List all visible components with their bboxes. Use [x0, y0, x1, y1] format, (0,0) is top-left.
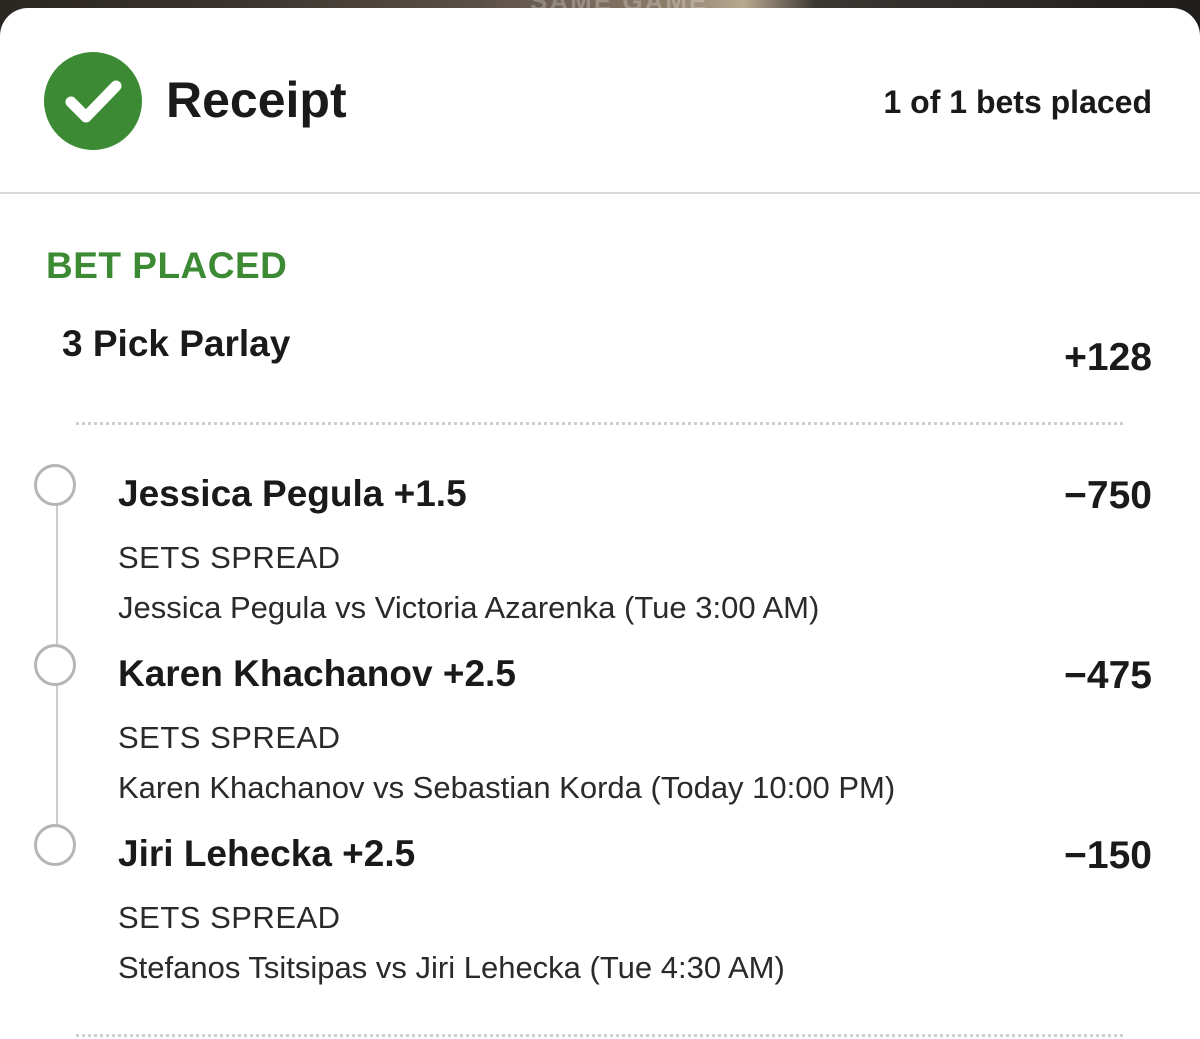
leg-circle-icon — [34, 464, 76, 506]
leg-odds: −750 — [1064, 474, 1152, 517]
page-title: Receipt — [166, 72, 347, 128]
leg-market: SETS SPREAD — [118, 720, 341, 755]
bet-type: 3 Pick Parlay — [62, 323, 291, 364]
leg-odds: −150 — [1064, 834, 1152, 877]
receipt-header: Receipt 1 of 1 bets placed — [0, 8, 1200, 194]
receipt-sheet: Receipt 1 of 1 bets placed BET PLACED 3 … — [0, 8, 1200, 1039]
leg-market: SETS SPREAD — [118, 900, 341, 935]
leg-event: Jessica Pegula vs Victoria Azarenka (Tue… — [118, 590, 820, 625]
check-icon — [44, 52, 142, 150]
leg-circle-icon — [34, 824, 76, 866]
divider — [76, 1034, 1123, 1037]
leg-selection: Jessica Pegula +1.5 — [118, 473, 467, 514]
leg-event: Stefanos Tsitsipas vs Jiri Lehecka (Tue … — [118, 950, 785, 985]
bet-status: BET PLACED — [46, 245, 288, 286]
parlay-leg: Jiri Lehecka +2.5 −150 SETS SPREAD Stefa… — [0, 824, 1200, 1004]
leg-selection: Jiri Lehecka +2.5 — [118, 833, 416, 874]
leg-selection: Karen Khachanov +2.5 — [118, 653, 516, 694]
divider — [76, 422, 1123, 425]
parlay-leg: Karen Khachanov +2.5 −475 SETS SPREAD Ka… — [0, 644, 1200, 824]
parlay-leg: Jessica Pegula +1.5 −750 SETS SPREAD Jes… — [0, 464, 1200, 644]
parlay-odds: +128 — [1064, 336, 1152, 379]
leg-circle-icon — [34, 644, 76, 686]
leg-odds: −475 — [1064, 654, 1152, 697]
bets-placed-count: 1 of 1 bets placed — [883, 84, 1152, 120]
leg-market: SETS SPREAD — [118, 540, 341, 575]
leg-event: Karen Khachanov vs Sebastian Korda (Toda… — [118, 770, 896, 805]
